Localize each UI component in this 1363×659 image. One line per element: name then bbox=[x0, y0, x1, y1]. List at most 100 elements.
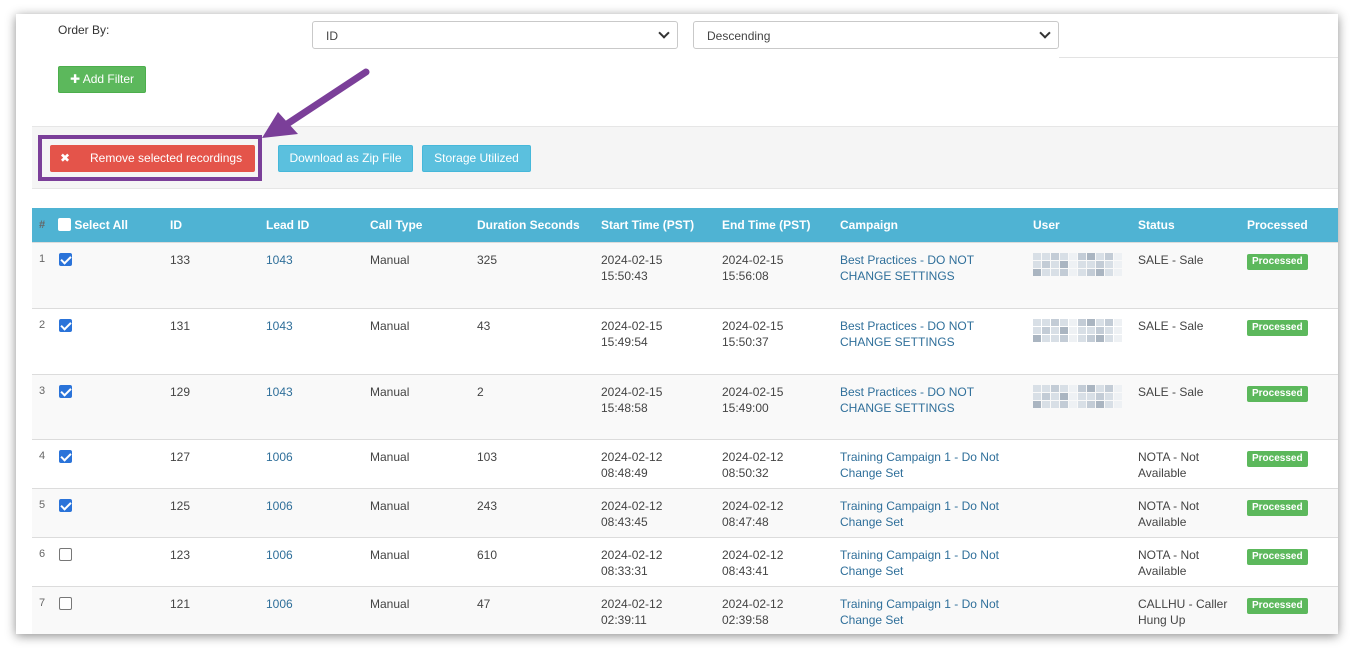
status-text: SALE - Sale bbox=[1138, 252, 1204, 267]
redacted-user-name bbox=[1033, 252, 1123, 276]
header-campaign[interactable]: Campaign bbox=[840, 208, 1033, 242]
header-duration[interactable]: Duration Seconds bbox=[477, 208, 601, 242]
campaign-line: Best Practices - DO NOT bbox=[840, 318, 975, 333]
row-number: 7 bbox=[32, 585, 58, 634]
header-start-time[interactable]: Start Time (PST) bbox=[601, 208, 722, 242]
campaign-cell: Training Campaign 1 - Do Not Change Set bbox=[840, 585, 1033, 634]
row-select-cell bbox=[58, 536, 170, 586]
campaign-line: CHANGE SETTINGS bbox=[840, 334, 955, 349]
status-text: SALE - Sale bbox=[1138, 318, 1204, 333]
status-text: Available bbox=[1138, 514, 1187, 529]
storage-utilized-button[interactable]: Storage Utilized bbox=[422, 145, 531, 172]
status-cell: SALE - Sale bbox=[1138, 373, 1247, 439]
campaign-link[interactable]: Training Campaign 1 - Do Not Change Set bbox=[840, 449, 1033, 481]
row-number: 6 bbox=[32, 536, 58, 586]
status-cell: SALE - Sale bbox=[1138, 241, 1247, 308]
row-checkbox[interactable] bbox=[59, 384, 72, 398]
order-by-label: Order By: bbox=[58, 23, 110, 37]
processed-cell: Processed bbox=[1247, 307, 1338, 374]
campaign-link[interactable]: Training Campaign 1 - Do Not Change Set bbox=[840, 596, 1033, 628]
end-time: 15:56:08 bbox=[722, 268, 769, 283]
row-checkbox[interactable] bbox=[59, 596, 72, 610]
start-time-cell: 2024-02-15 15:50:43 bbox=[601, 241, 722, 308]
row-checkbox[interactable] bbox=[59, 449, 72, 463]
status-text: SALE - Sale bbox=[1138, 384, 1204, 399]
table-row: 1 133 1043 Manual 325 2024-02-15 15:50:43 2024-… bbox=[32, 241, 1338, 308]
order-direction-select[interactable]: Descending bbox=[693, 21, 1059, 49]
lead-id-link[interactable]: 1006 bbox=[266, 499, 293, 513]
recording-id: 121 bbox=[170, 585, 266, 634]
lead-id-link[interactable]: 1043 bbox=[266, 319, 293, 333]
order-direction-value: Descending bbox=[707, 29, 771, 43]
select-all-checkbox[interactable] bbox=[58, 217, 71, 231]
add-filter-button[interactable]: ✚ Add Filter bbox=[58, 66, 146, 93]
order-field-select[interactable]: ID bbox=[312, 21, 678, 49]
recording-id: 131 bbox=[170, 307, 266, 374]
plus-icon: ✚ bbox=[69, 72, 81, 86]
user-cell bbox=[1033, 585, 1138, 634]
recording-id: 133 bbox=[170, 241, 266, 308]
processed-badge: Processed bbox=[1247, 548, 1308, 565]
start-date: 2024-02-12 bbox=[601, 547, 663, 562]
lead-id-link[interactable]: 1043 bbox=[266, 385, 293, 399]
call-type: Manual bbox=[370, 585, 477, 634]
campaign-line: Training Campaign 1 - Do Not bbox=[840, 449, 999, 464]
status-text: CALLHU - Caller bbox=[1138, 596, 1228, 611]
user-cell bbox=[1033, 536, 1138, 586]
start-time-cell: 2024-02-15 15:49:54 bbox=[601, 307, 722, 374]
row-checkbox[interactable] bbox=[59, 252, 72, 266]
row-checkbox[interactable] bbox=[59, 318, 72, 332]
header-end-time[interactable]: End Time (PST) bbox=[722, 208, 840, 242]
status-text: Available bbox=[1138, 465, 1187, 480]
lead-id-link[interactable]: 1006 bbox=[266, 548, 293, 562]
table-header-row: # Select All ID Lead ID Call Type Durati… bbox=[32, 208, 1338, 242]
campaign-link[interactable]: Training Campaign 1 - Do Not Change Set bbox=[840, 498, 1033, 530]
call-type: Manual bbox=[370, 307, 477, 374]
end-time-cell: 2024-02-12 02:39:58 bbox=[722, 585, 840, 634]
campaign-line: Change Set bbox=[840, 514, 904, 529]
header-lead-id[interactable]: Lead ID bbox=[266, 208, 370, 242]
header-call-type[interactable]: Call Type bbox=[370, 208, 477, 242]
user-cell bbox=[1033, 487, 1138, 537]
campaign-link[interactable]: Best Practices - DO NOT CHANGE SETTINGS bbox=[840, 318, 1033, 350]
start-time-cell: 2024-02-12 02:39:11 bbox=[601, 585, 722, 634]
chevron-down-icon bbox=[658, 27, 670, 39]
start-date: 2024-02-12 bbox=[601, 596, 663, 611]
header-processed[interactable]: Processed bbox=[1247, 208, 1338, 242]
download-zip-button[interactable]: Download as Zip File bbox=[278, 145, 413, 172]
end-time-cell: 2024-02-12 08:50:32 bbox=[722, 438, 840, 488]
campaign-line: Best Practices - DO NOT bbox=[840, 384, 975, 399]
duration-seconds: 325 bbox=[477, 241, 601, 308]
end-date: 2024-02-12 bbox=[722, 498, 784, 513]
processed-badge: Processed bbox=[1247, 499, 1308, 516]
start-time: 08:43:45 bbox=[601, 514, 648, 529]
end-date: 2024-02-15 bbox=[722, 252, 784, 267]
header-user[interactable]: User bbox=[1033, 208, 1138, 242]
header-status[interactable]: Status bbox=[1138, 208, 1247, 242]
table-row: 4 127 1006 Manual 103 2024-02-12 08:48:49 2024-… bbox=[32, 438, 1338, 488]
campaign-link[interactable]: Training Campaign 1 - Do Not Change Set bbox=[840, 547, 1033, 579]
table-row: 7 121 1006 Manual 47 2024-02-12 02:39:11 2024-0… bbox=[32, 585, 1338, 634]
row-number: 1 bbox=[32, 241, 58, 308]
duration-seconds: 610 bbox=[477, 536, 601, 586]
annotation-highlight-box bbox=[38, 135, 262, 181]
status-text: NOTA - Not bbox=[1138, 547, 1200, 562]
lead-id-link[interactable]: 1043 bbox=[266, 253, 293, 267]
lead-id-link[interactable]: 1006 bbox=[266, 450, 293, 464]
header-id[interactable]: ID bbox=[170, 208, 266, 242]
chevron-down-icon bbox=[1039, 27, 1051, 39]
recording-id: 127 bbox=[170, 438, 266, 488]
divider bbox=[1059, 57, 1338, 58]
campaign-link[interactable]: Best Practices - DO NOT CHANGE SETTINGS bbox=[840, 252, 1033, 284]
processed-cell: Processed bbox=[1247, 241, 1338, 308]
campaign-line: Change Set bbox=[840, 612, 904, 627]
processed-cell: Processed bbox=[1247, 536, 1338, 586]
end-time: 08:47:48 bbox=[722, 514, 769, 529]
lead-id-link[interactable]: 1006 bbox=[266, 597, 293, 611]
campaign-line: Best Practices - DO NOT bbox=[840, 252, 975, 267]
row-checkbox[interactable] bbox=[59, 498, 72, 512]
campaign-link[interactable]: Best Practices - DO NOT CHANGE SETTINGS bbox=[840, 384, 1033, 416]
row-checkbox[interactable] bbox=[59, 547, 72, 561]
recordings-table: # Select All ID Lead ID Call Type Durati… bbox=[32, 208, 1338, 634]
call-type: Manual bbox=[370, 373, 477, 439]
